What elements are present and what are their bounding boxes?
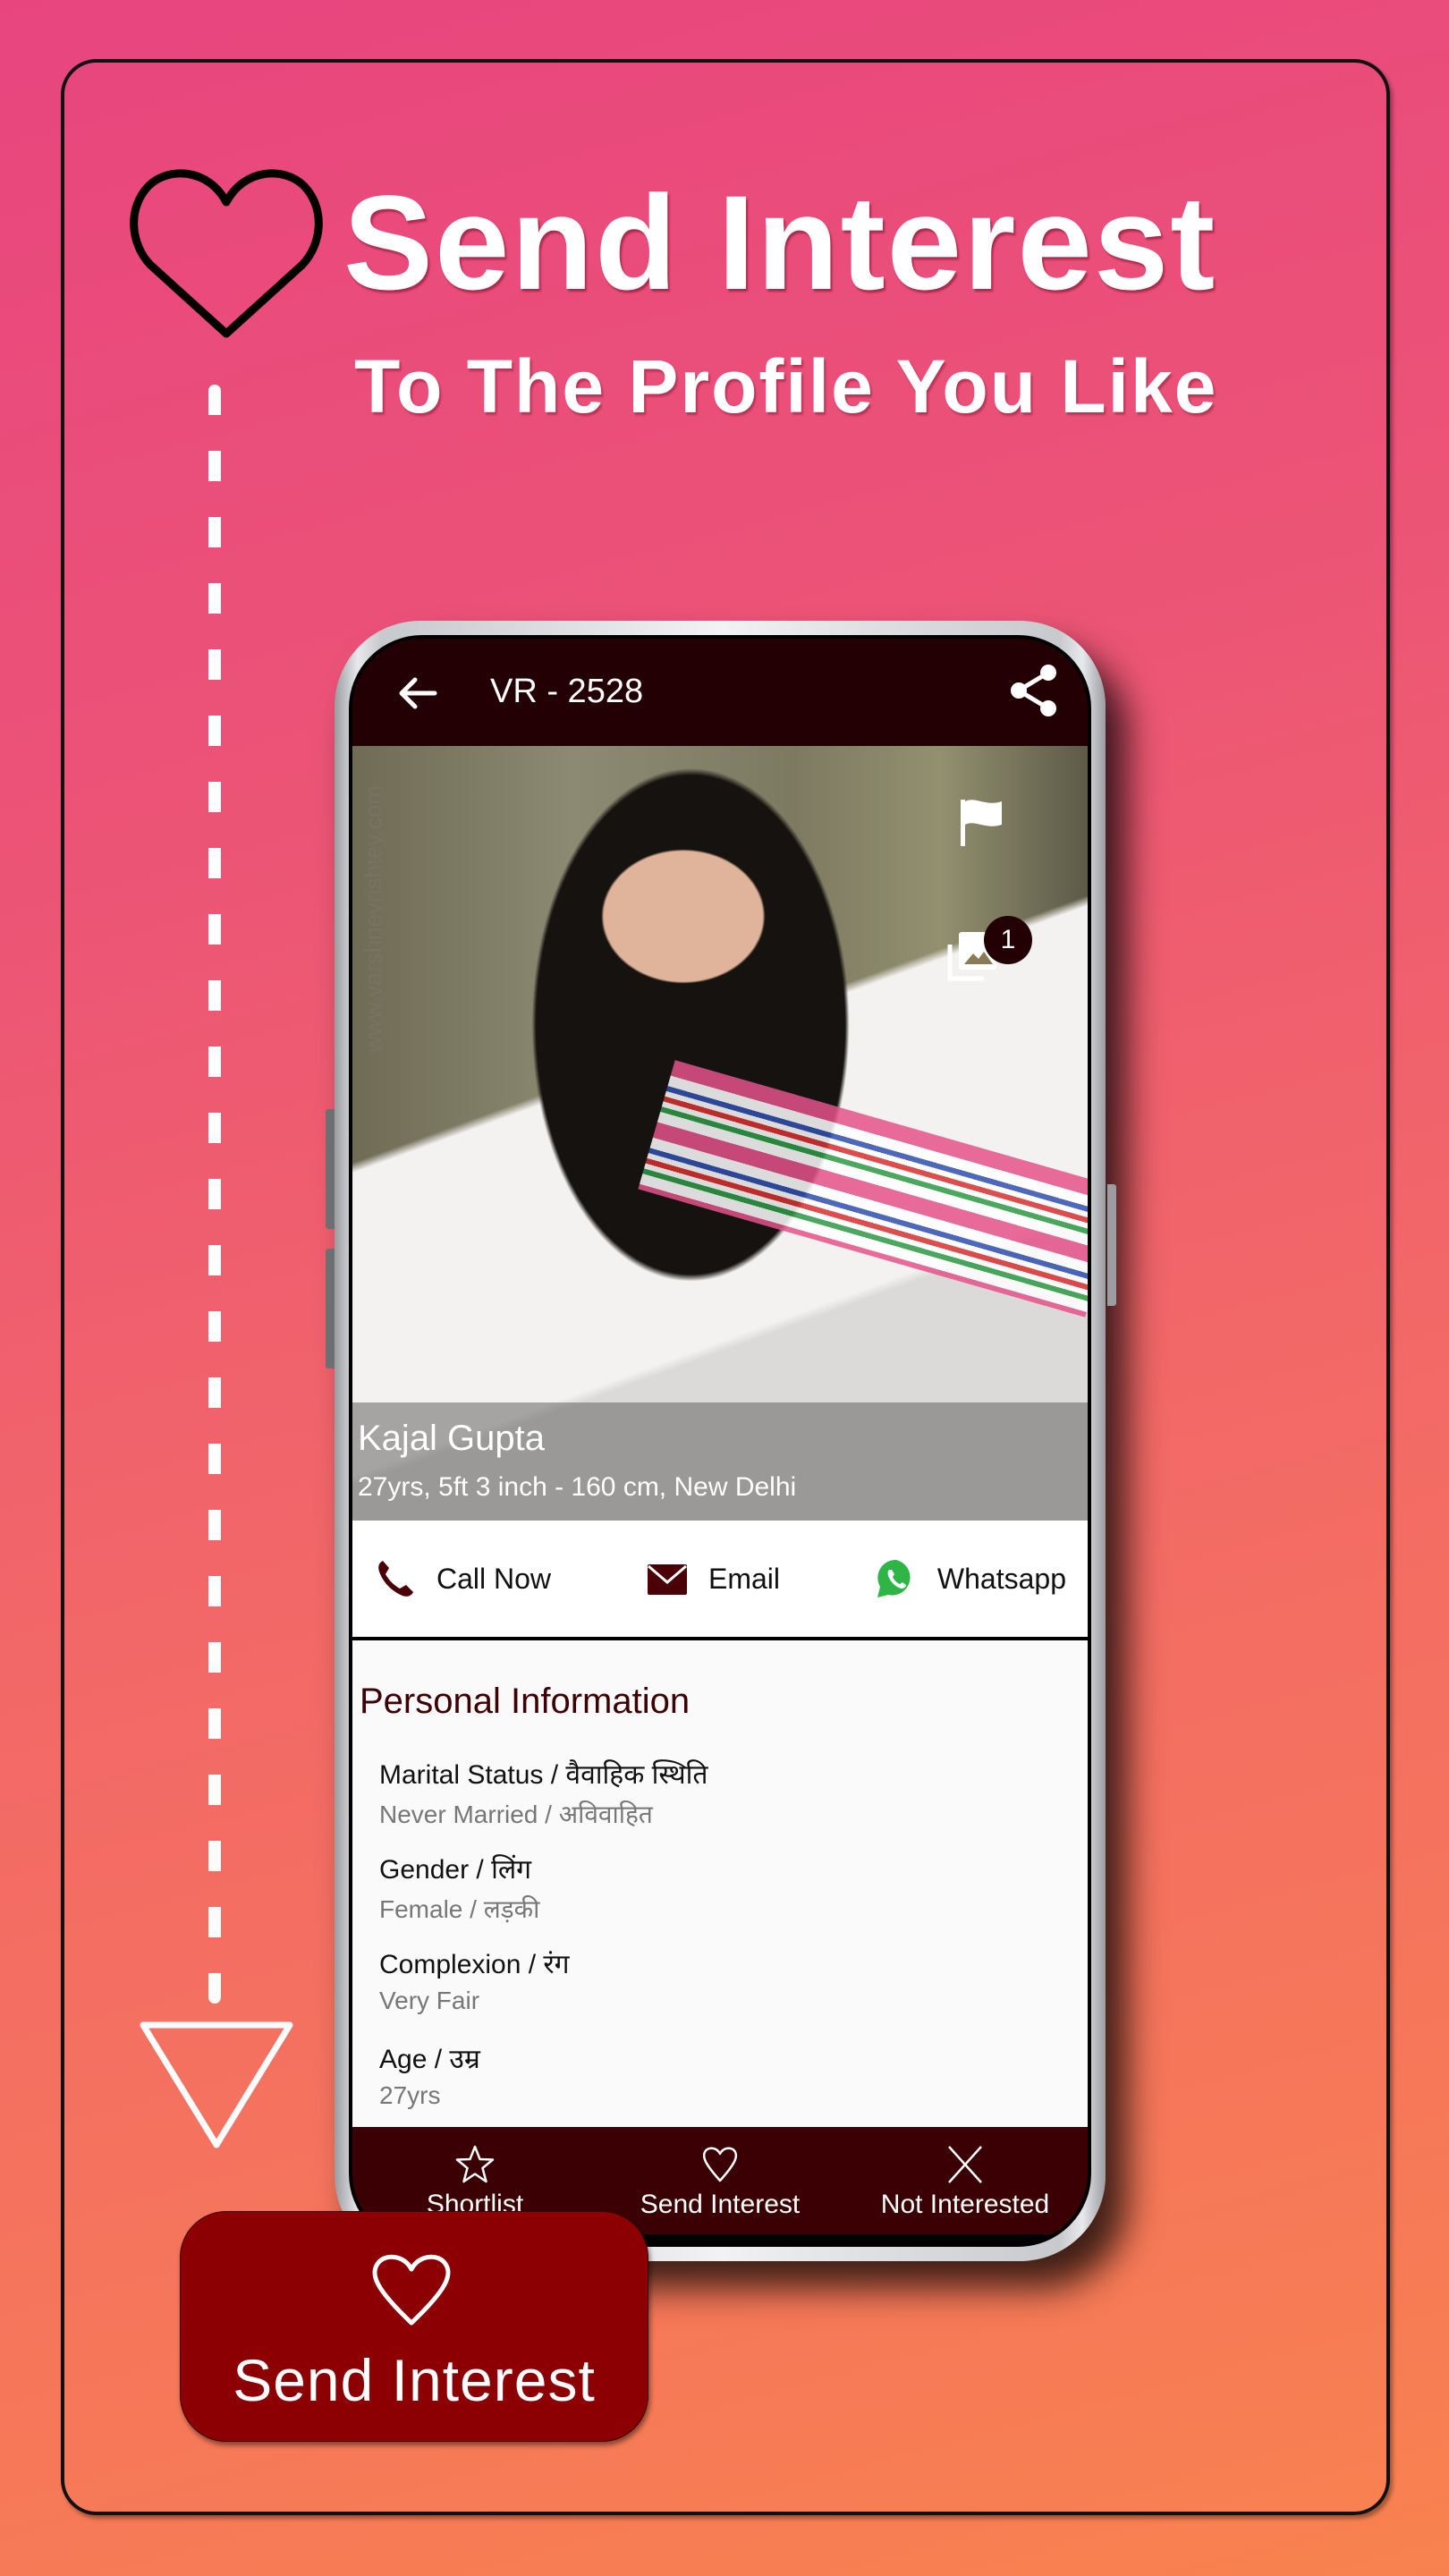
banner-title: Send Interest (343, 167, 1217, 318)
field-value: Very Fair (379, 1987, 480, 2014)
email-button[interactable]: Email (646, 1557, 780, 1600)
whatsapp-button[interactable]: Whatsapp (875, 1557, 1066, 1600)
info-field-marital-status: Marital Status / वैवाहिक स्थिति Never Ma… (379, 1755, 708, 1831)
profile-name-overlay: Kajal Gupta 27yrs, 5ft 3 inch - 160 cm, … (352, 1402, 1088, 1521)
volume-down-button (326, 1249, 335, 1368)
photo-detail (638, 1060, 1088, 1318)
info-field-gender: Gender / लिंग Female / लड़की (379, 1850, 539, 1926)
call-now-label: Call Now (436, 1562, 552, 1595)
heart-icon (372, 2254, 451, 2326)
share-icon[interactable] (1007, 662, 1061, 719)
field-label: Gender / लिंग (379, 1855, 532, 1885)
volume-up-button (326, 1109, 335, 1229)
send-interest-callout-button[interactable]: Send Interest (180, 2211, 648, 2442)
whatsapp-label: Whatsapp (936, 1562, 1066, 1595)
banner-subtitle: To The Profile You Like (354, 344, 1218, 428)
field-value: Never Married / अविवाहित (379, 1801, 653, 1828)
field-label: Marital Status / वैवाहिक स्थिति (379, 1760, 708, 1790)
info-field-age: Age / उम्र 27yrs (379, 2039, 480, 2110)
power-button (1107, 1184, 1116, 1306)
profile-name: Kajal Gupta (358, 1419, 546, 1458)
field-value: 27yrs (379, 2081, 441, 2109)
whatsapp-icon (877, 1559, 911, 1597)
not-interested-button[interactable]: Not Interested (843, 2127, 1088, 2234)
gallery-count-badge: 1 (984, 916, 1032, 964)
send-interest-button[interactable]: Send Interest (597, 2127, 843, 2234)
call-now-button[interactable]: Call Now (374, 1557, 551, 1600)
report-flag-icon[interactable] (959, 798, 1005, 848)
field-value: Female / लड़की (379, 1895, 540, 1923)
cta-label: Send Interest (233, 2347, 596, 2413)
heart-icon (702, 2147, 738, 2182)
profile-photo[interactable]: www.varshneyrishtey.com 1 Kajal Gupta 27… (352, 746, 1088, 1521)
star-icon (455, 2145, 495, 2183)
phone-icon (378, 1561, 413, 1597)
not-interested-label: Not Interested (880, 2190, 1050, 2219)
phone-screen: VR - 2528 www.varshneyrishtey.com 1 Kaja… (349, 635, 1091, 2247)
field-label: Age / उम्र (379, 2045, 480, 2074)
email-label: Email (708, 1562, 780, 1595)
app-bar: VR - 2528 (352, 639, 1088, 746)
section-title: Personal Information (360, 1682, 691, 1721)
info-field-complexion: Complexion / रंग Very Fair (379, 1945, 570, 2015)
profile-summary: 27yrs, 5ft 3 inch - 160 cm, New Delhi (358, 1472, 797, 1502)
email-icon (647, 1564, 687, 1595)
phone-mockup: VR - 2528 www.varshneyrishtey.com 1 Kaja… (326, 621, 1116, 2261)
personal-information-section: Personal Information Marital Status / वै… (352, 1640, 1088, 2127)
field-label: Complexion / रंग (379, 1950, 570, 1979)
close-icon (948, 2146, 982, 2183)
contact-actions: Call Now Email Whatsapp (352, 1521, 1088, 1637)
photo-watermark: www.varshneyrishtey.com (360, 785, 386, 1053)
send-interest-label: Send Interest (640, 2190, 801, 2219)
profile-id-title: VR - 2528 (490, 673, 644, 710)
dashed-guide-line (208, 385, 221, 2004)
back-arrow-icon[interactable] (395, 671, 440, 716)
down-triangle-icon (140, 2021, 293, 2148)
heart-outline-icon (130, 169, 323, 338)
